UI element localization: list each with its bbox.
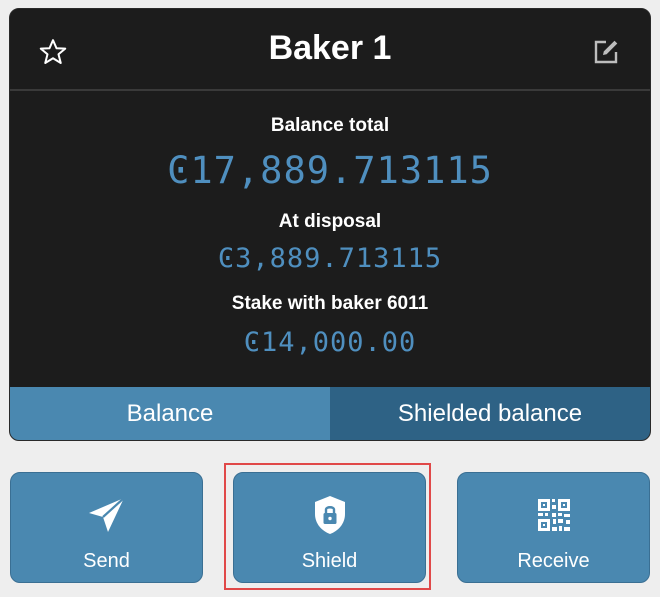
stake-label: Stake with baker 6011 <box>231 293 429 314</box>
tab-shielded-balance-label: Shielded balance <box>397 399 583 427</box>
send-button[interactable]: Send <box>10 472 203 583</box>
edit-icon[interactable] <box>590 36 622 68</box>
receive-button-label: Receive <box>517 550 590 572</box>
shield-lock-icon <box>308 493 352 537</box>
send-icon <box>85 493 129 537</box>
account-header: Baker 1 <box>10 9 650 91</box>
balance-tabs: Balance Shielded balance <box>10 387 650 440</box>
at-disposal-amount: Ͼ3,889.713115 <box>217 243 443 274</box>
shield-button[interactable]: Shield <box>233 472 426 583</box>
tab-balance[interactable]: Balance <box>10 387 330 440</box>
receive-button[interactable]: Receive <box>457 472 650 583</box>
shield-button-label: Shield <box>301 550 358 572</box>
send-button-label: Send <box>83 550 130 572</box>
tab-balance-label: Balance <box>126 399 214 427</box>
tab-shielded-balance[interactable]: Shielded balance <box>330 387 650 440</box>
account-title: Baker 1 <box>268 29 392 67</box>
qr-code-icon <box>532 493 576 537</box>
balance-total-label: Balance total <box>270 115 390 136</box>
account-card: Baker 1 Balance total Ͼ17,889.713115 At … <box>9 8 651 441</box>
balance-total-amount: Ͼ17,889.713115 <box>167 149 493 192</box>
at-disposal-label: At disposal <box>278 211 382 232</box>
stake-amount: Ͼ14,000.00 <box>243 327 417 358</box>
